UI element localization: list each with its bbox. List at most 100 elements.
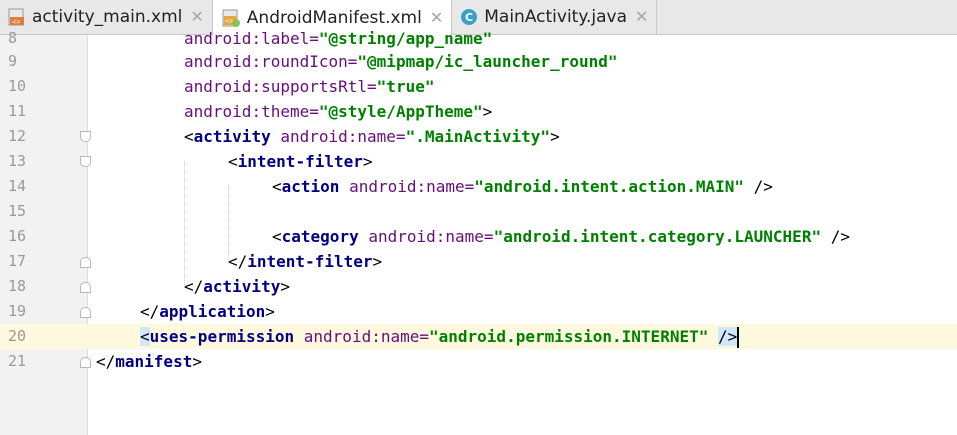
code-text: </manifest> — [96, 349, 202, 374]
code-text: <action android:name="android.intent.act… — [272, 174, 773, 199]
xml-layout-icon: <> — [8, 8, 26, 26]
close-icon[interactable]: ✕ — [190, 9, 203, 25]
bracket: > — [265, 302, 275, 321]
code-line-12: 12 <activity android:name=".MainActivity… — [0, 124, 957, 149]
code-text: android:supportsRtl="true" — [184, 74, 434, 99]
line-number: 12 — [8, 127, 27, 145]
fold-expand-icon[interactable] — [80, 131, 91, 142]
attr-namespace: android — [184, 29, 252, 48]
code-line-10: 10 android:supportsRtl="true" — [0, 74, 957, 99]
bracket: > — [280, 277, 290, 296]
code-line-13: 13 <intent-filter> — [0, 149, 957, 174]
tag-name: activity — [193, 127, 271, 146]
tag-name: uses-permission — [149, 327, 295, 346]
code-line-14: 14 <action android:name="android.intent.… — [0, 174, 957, 199]
manifest-icon: <> — [221, 8, 241, 28]
attr-name: android:name= — [270, 127, 406, 146]
fold-collapse-icon[interactable] — [80, 307, 91, 318]
attr-namespace: android — [184, 77, 252, 96]
bracket: </ — [96, 352, 116, 371]
tag-name: intent-filter — [247, 252, 373, 271]
fold-collapse-icon[interactable] — [80, 357, 91, 368]
java-class-icon: C — [460, 8, 478, 26]
attr-value: "@mipmap/ic_launcher_round" — [357, 52, 618, 71]
attr-value: "true" — [376, 77, 435, 96]
text-caret — [737, 327, 740, 348]
attr-name: :label= — [251, 29, 319, 48]
bracket: > — [550, 127, 560, 146]
bracket: </ — [228, 252, 248, 271]
code-text: <activity android:name=".MainActivity"> — [184, 124, 560, 149]
svg-text:<>: <> — [12, 18, 20, 26]
bracket: > — [362, 152, 373, 171]
code-text: </activity> — [184, 274, 290, 299]
bracket: > — [372, 252, 383, 271]
line-number: 17 — [8, 252, 27, 270]
line-number: 14 — [8, 177, 27, 195]
attr-value: "@style/AppTheme" — [318, 102, 483, 121]
svg-text:C: C — [465, 11, 473, 24]
bracket: < — [272, 177, 282, 196]
code-text: android:theme="@style/AppTheme"> — [184, 99, 492, 124]
tag-name: intent-filter — [237, 152, 363, 171]
code-line-21: 21 </manifest> — [0, 349, 957, 374]
bracket: /> — [821, 227, 850, 246]
code-line-9: 9 android:roundIcon="@mipmap/ic_launcher… — [0, 49, 957, 74]
attr-value: "android.intent.category.LAUNCHER" — [493, 227, 822, 246]
code-text: <intent-filter> — [228, 149, 373, 174]
bracket: /> — [744, 177, 773, 196]
fold-collapse-icon[interactable] — [80, 257, 91, 268]
line-number: 15 — [8, 202, 27, 220]
bracket: < — [184, 127, 194, 146]
bracket: < — [272, 227, 282, 246]
code-text: android:label="@string/app_name" — [184, 26, 492, 51]
fold-collapse-icon[interactable] — [80, 282, 91, 293]
attr-name: :theme= — [251, 102, 319, 121]
tab-label: activity_main.xml — [32, 7, 183, 27]
bracket-match: < — [140, 327, 150, 346]
tag-name: action — [281, 177, 340, 196]
attr-name: android:name= — [294, 327, 429, 346]
bracket: </ — [184, 277, 204, 296]
line-number: 13 — [8, 152, 27, 170]
attr-name: android:name= — [339, 177, 475, 196]
line-number: 21 — [8, 352, 27, 370]
attr-name: :roundIcon= — [251, 52, 358, 71]
code-line-18: 18 </activity> — [0, 274, 957, 299]
tag-name: activity — [203, 277, 281, 296]
line-number: 18 — [8, 277, 27, 295]
fold-expand-icon[interactable] — [80, 156, 91, 167]
close-icon[interactable]: ✕ — [635, 9, 648, 25]
attr-namespace: android — [184, 52, 252, 71]
tag-name: manifest — [115, 352, 193, 371]
code-editor[interactable]: 8 android:label="@string/app_name" 9 and… — [0, 29, 957, 435]
code-line-15: 15 — [0, 199, 957, 224]
bracket-match: /> — [718, 327, 738, 346]
tab-label: AndroidManifest.xml — [246, 7, 422, 28]
code-line-19: 19 </application> — [0, 299, 957, 324]
line-number: 16 — [8, 227, 27, 245]
line-number: 10 — [8, 77, 27, 95]
bracket: > — [192, 352, 202, 371]
line-number: 11 — [8, 102, 27, 120]
tag-name: category — [281, 227, 359, 246]
code-line-11: 11 android:theme="@style/AppTheme"> — [0, 99, 957, 124]
code-text: android:roundIcon="@mipmap/ic_launcher_r… — [184, 49, 618, 74]
code-line-17: 17 </intent-filter> — [0, 249, 957, 274]
attr-value: "android.permission.INTERNET" — [429, 327, 709, 346]
bracket: < — [228, 152, 238, 171]
attr-namespace: android — [184, 102, 252, 121]
tag-name: application — [159, 302, 266, 321]
code-line-16: 16 <category android:name="android.inten… — [0, 224, 957, 249]
line-number: 20 — [8, 327, 27, 345]
line-number: 8 — [8, 29, 18, 47]
attr-value: ".MainActivity" — [405, 127, 551, 146]
attr-value: "@string/app_name" — [318, 29, 493, 48]
code-text: <uses-permission android:name="android.p… — [140, 324, 740, 349]
code-text: <category android:name="android.intent.c… — [272, 224, 850, 249]
attr-name: :supportsRtl= — [251, 77, 377, 96]
close-icon[interactable]: ✕ — [430, 9, 443, 26]
bracket: </ — [140, 302, 160, 321]
code-line-8: 8 android:label="@string/app_name" — [0, 26, 957, 51]
